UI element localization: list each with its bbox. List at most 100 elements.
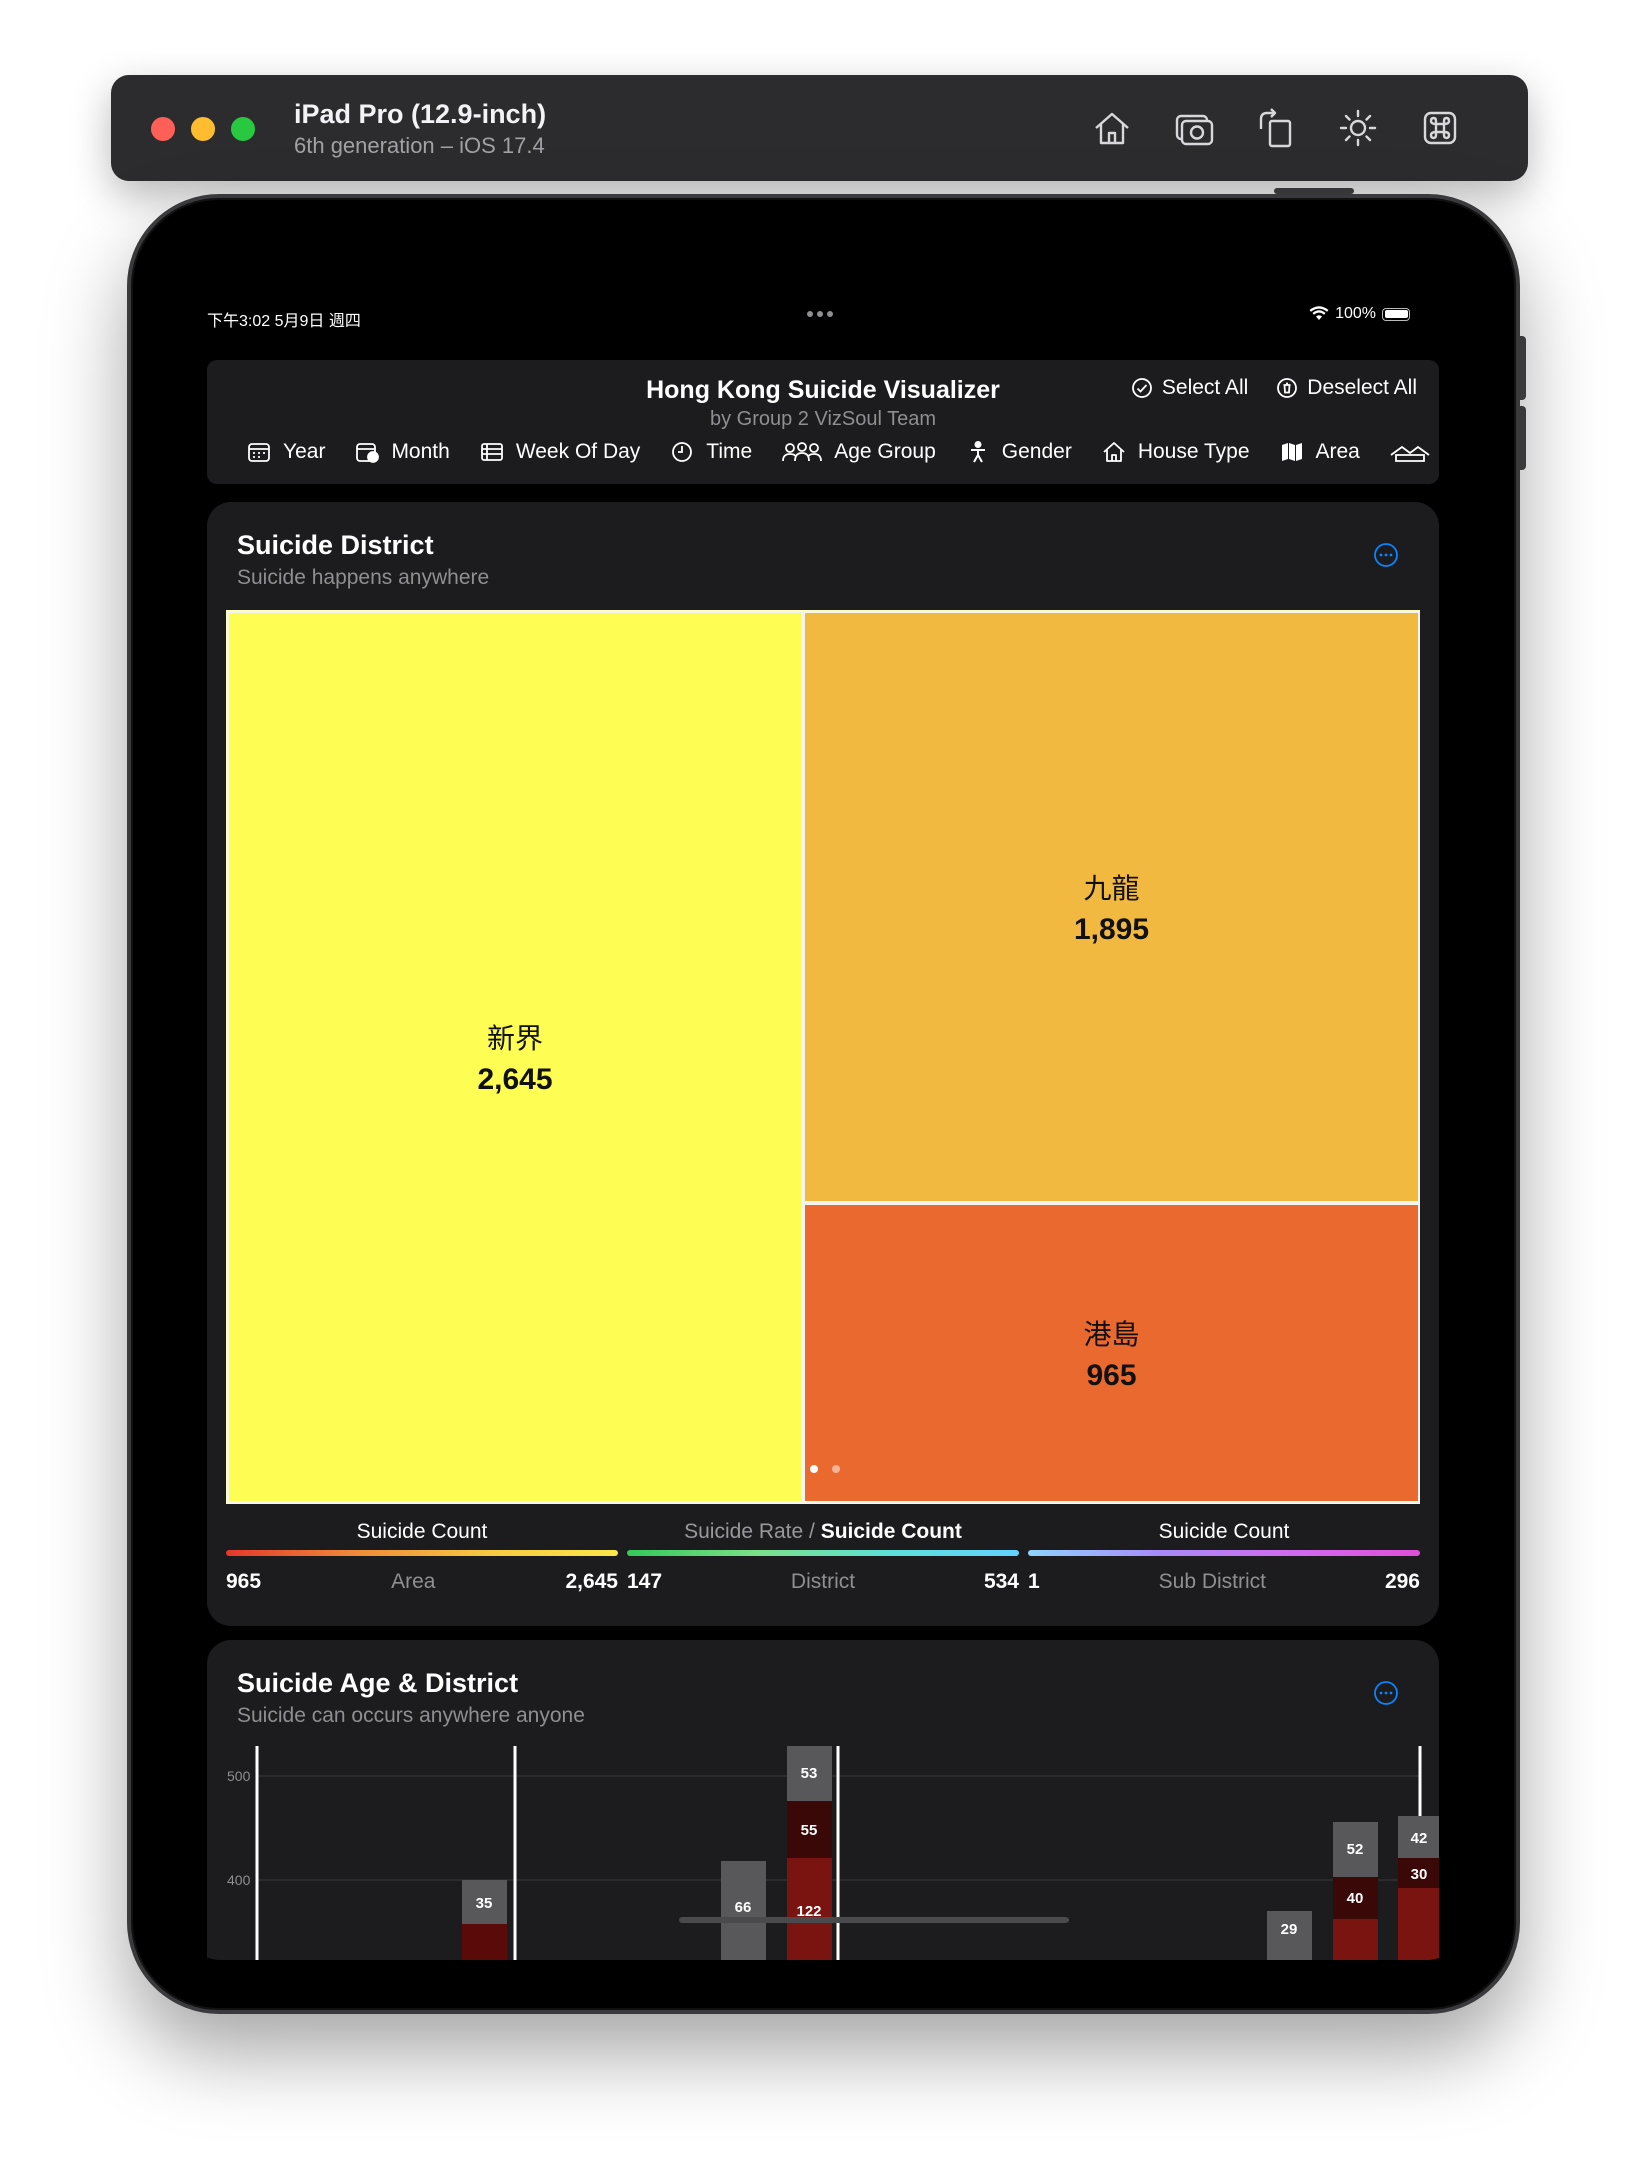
legend-max: 534 bbox=[983, 1570, 1019, 1593]
legend-label: Area bbox=[391, 1570, 436, 1593]
tile-value: 965 bbox=[1086, 1359, 1137, 1392]
app-subtitle: by Group 2 VizSoul Team bbox=[709, 408, 937, 430]
card-title: Suicide District bbox=[237, 530, 434, 560]
legend-min: 147 bbox=[627, 1570, 663, 1593]
tile-value: 1,895 bbox=[1073, 913, 1150, 946]
district-icon bbox=[1390, 445, 1430, 462]
bar-label: 42 bbox=[1411, 1830, 1428, 1847]
tile-name: 新界 bbox=[486, 1022, 543, 1055]
house-icon bbox=[1103, 442, 1125, 462]
legend-max: 2,645 bbox=[565, 1570, 618, 1593]
filter-age-group-label: Age Group bbox=[834, 440, 936, 463]
select-all-button[interactable]: Select All bbox=[1131, 376, 1248, 400]
filter-area[interactable]: Area bbox=[1280, 440, 1360, 464]
minimize-window-button[interactable] bbox=[191, 117, 215, 141]
filter-year[interactable]: Year bbox=[247, 440, 325, 464]
page-indicator[interactable] bbox=[810, 1465, 840, 1473]
page-dot bbox=[832, 1465, 840, 1473]
ipad-screen: 下午3:02 5月9日 週四 100% Hong Kong Suicide Vi… bbox=[181, 248, 1466, 1960]
device-name: iPad Pro (12.9-inch) bbox=[294, 99, 547, 129]
legend-area: Suicide Count 965 Area 2,645 bbox=[226, 1520, 618, 1594]
filter-bar: Year Month Week Of Day Time Age Group Ge… bbox=[247, 440, 1430, 464]
y-tick-label: 400 bbox=[227, 1872, 251, 1888]
zoom-window-button[interactable] bbox=[231, 117, 255, 141]
map-icon bbox=[1281, 443, 1302, 461]
bar-label: 29 bbox=[1281, 1921, 1298, 1938]
treemap-tile-kowloon[interactable]: 九龍 1,895 bbox=[803, 611, 1420, 1203]
clock-icon bbox=[672, 442, 693, 462]
appearance-icon bbox=[1339, 109, 1377, 147]
filter-time-label: Time bbox=[706, 440, 753, 463]
filter-month-label: Month bbox=[391, 440, 450, 463]
multitasking-dots[interactable] bbox=[807, 311, 833, 317]
rotate-icon bbox=[1259, 108, 1292, 148]
screenshot-button[interactable] bbox=[1166, 105, 1222, 151]
card-subtitle: Suicide happens anywhere bbox=[237, 566, 490, 589]
legend-gradient-bar bbox=[627, 1550, 1019, 1556]
bar-label: 40 bbox=[1347, 1890, 1364, 1907]
legend-label: District bbox=[790, 1570, 856, 1593]
bar-segment[interactable] bbox=[462, 1924, 507, 1960]
card-subtitle: Suicide can occurs anywhere anyone bbox=[237, 1704, 585, 1727]
filter-time[interactable]: Time bbox=[670, 440, 752, 464]
treemap-tile-new-territories[interactable]: 新界 2,645 bbox=[227, 611, 803, 1503]
filter-gender[interactable]: Gender bbox=[966, 440, 1072, 464]
volume-down-button[interactable] bbox=[1518, 406, 1526, 470]
volume-up-button[interactable] bbox=[1518, 336, 1526, 400]
more-options-icon[interactable] bbox=[1373, 542, 1399, 568]
legend-gradient-bar bbox=[226, 1550, 618, 1556]
filter-week-of-day[interactable]: Week Of Day bbox=[480, 440, 640, 464]
treemap-tile-hong-kong-island[interactable]: 港島 965 bbox=[803, 1203, 1420, 1503]
legend-title: Suicide Rate / Suicide Count bbox=[684, 1520, 962, 1543]
district-treemap: 新界 2,645 九龍 1,895 港島 965 bbox=[226, 610, 1420, 1504]
rotate-button[interactable] bbox=[1248, 105, 1304, 151]
battery-percent: 100% bbox=[1335, 305, 1376, 322]
status-time: 下午3:02 5月9日 週四 bbox=[207, 313, 361, 330]
checkmark-circle-icon bbox=[1131, 378, 1152, 398]
tile-value: 2,645 bbox=[477, 1063, 553, 1096]
legend-min: 1 bbox=[1028, 1570, 1040, 1593]
legend-gradient-bar bbox=[1028, 1550, 1420, 1556]
filter-gender-label: Gender bbox=[1001, 440, 1072, 463]
filter-more[interactable] bbox=[1390, 440, 1430, 464]
legend-max: 296 bbox=[1384, 1570, 1420, 1593]
screenshot-icon bbox=[1175, 114, 1214, 146]
select-all-label: Select All bbox=[1161, 376, 1249, 399]
calendar-icon bbox=[248, 443, 270, 462]
tile-name: 港島 bbox=[1083, 1318, 1140, 1351]
page-dot-active bbox=[810, 1465, 818, 1473]
trash-circle-icon bbox=[1277, 378, 1298, 398]
filter-area-label: Area bbox=[1315, 440, 1360, 463]
appearance-button[interactable] bbox=[1330, 105, 1386, 151]
filter-age-group[interactable]: Age Group bbox=[782, 440, 936, 464]
filter-week-of-day-label: Week Of Day bbox=[515, 440, 641, 463]
more-options-icon[interactable] bbox=[1373, 1680, 1399, 1706]
y-tick-label: 500 bbox=[227, 1768, 251, 1784]
legend-district: Suicide Rate / Suicide Count 147 Distric… bbox=[627, 1520, 1019, 1594]
bar-label: 52 bbox=[1347, 1841, 1364, 1858]
wifi-icon bbox=[1309, 306, 1329, 320]
command-button[interactable] bbox=[1412, 105, 1468, 151]
bar-label: 30 bbox=[1411, 1866, 1428, 1883]
deselect-all-label: Deselect All bbox=[1307, 376, 1417, 399]
home-indicator[interactable] bbox=[679, 1917, 1069, 1923]
bar-label: 66 bbox=[735, 1899, 752, 1916]
bar-segment[interactable] bbox=[1398, 1888, 1439, 1960]
legend-title: Suicide Count bbox=[356, 1520, 488, 1543]
filter-house-type[interactable]: House Type bbox=[1102, 440, 1250, 464]
bar-label: 53 bbox=[801, 1765, 818, 1782]
age-district-chart: 500 400 35 66 53 55 122 29 52 40 42 30 bbox=[227, 1746, 1439, 1960]
color-legends: Suicide Count 965 Area 2,645 Suicide Rat… bbox=[226, 1520, 1420, 1600]
battery-icon bbox=[1382, 307, 1410, 321]
filter-month[interactable]: Month bbox=[355, 440, 450, 464]
filter-house-type-label: House Type bbox=[1137, 440, 1250, 463]
tile-name: 九龍 bbox=[1083, 872, 1140, 905]
person-icon bbox=[970, 441, 985, 463]
bar-segment[interactable] bbox=[1333, 1919, 1378, 1960]
suicide-age-district-card: Suicide Age & District Suicide can occur… bbox=[207, 1640, 1439, 1960]
suicide-district-card: Suicide District Suicide happens anywher… bbox=[207, 502, 1439, 1626]
device-detail: 6th generation – iOS 17.4 bbox=[294, 133, 545, 158]
home-button[interactable] bbox=[1084, 105, 1140, 151]
deselect-all-button[interactable]: Deselect All bbox=[1276, 376, 1417, 400]
close-window-button[interactable] bbox=[151, 117, 175, 141]
